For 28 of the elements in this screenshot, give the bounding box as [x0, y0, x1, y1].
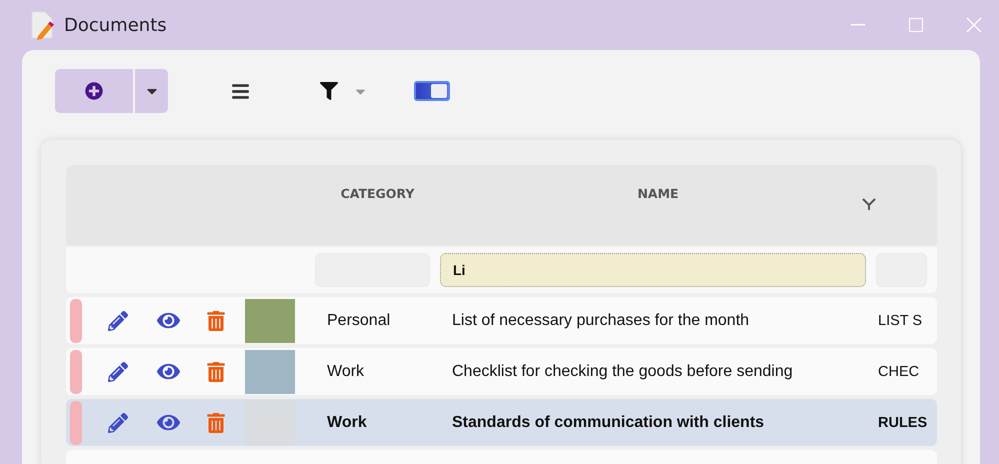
table-cell-text: LIST S: [877, 312, 924, 328]
filter-field[interactable]: Li: [440, 253, 866, 287]
status-strip: [70, 400, 82, 444]
table-row[interactable]: Personal List of necessary purchases for the month LIST S: [66, 297, 937, 344]
photo-placeholder: [245, 298, 295, 342]
view-toggle[interactable]: [414, 81, 450, 101]
table-cell-text: CHEC: [877, 364, 920, 380]
table-row[interactable]: Work Standards of communication with clients RULES: [66, 399, 937, 446]
status-strip: [70, 350, 82, 394]
menu-icon[interactable]: [230, 82, 250, 100]
table-cell-text: List of necessary purchases for the month: [451, 312, 750, 330]
status-strip: [70, 298, 82, 342]
funnel-icon[interactable]: [862, 197, 876, 211]
add-button[interactable]: [55, 69, 133, 113]
column-header[interactable]: NAME: [637, 186, 679, 202]
dropdown-button[interactable]: [135, 69, 168, 113]
document-pencil-icon: [30, 10, 56, 40]
window-title: Documents: [64, 14, 168, 36]
filter-icon[interactable]: [320, 82, 338, 100]
table-row[interactable]: Work Checklist for checking the goods before sending CHEC: [66, 348, 937, 395]
column-header[interactable]: CATEGORY: [340, 186, 414, 202]
table-cell-text: Work: [326, 414, 368, 432]
table-cell-text: Work: [326, 362, 366, 380]
table-cell-text: Standards of communication with clients: [451, 414, 766, 432]
table-cell-text: RULES: [877, 414, 928, 430]
table-cell-text: Checklist for checking the goods before sending: [451, 362, 794, 380]
photo-placeholder: [245, 350, 295, 394]
table-cell-text: Personal: [326, 312, 392, 330]
